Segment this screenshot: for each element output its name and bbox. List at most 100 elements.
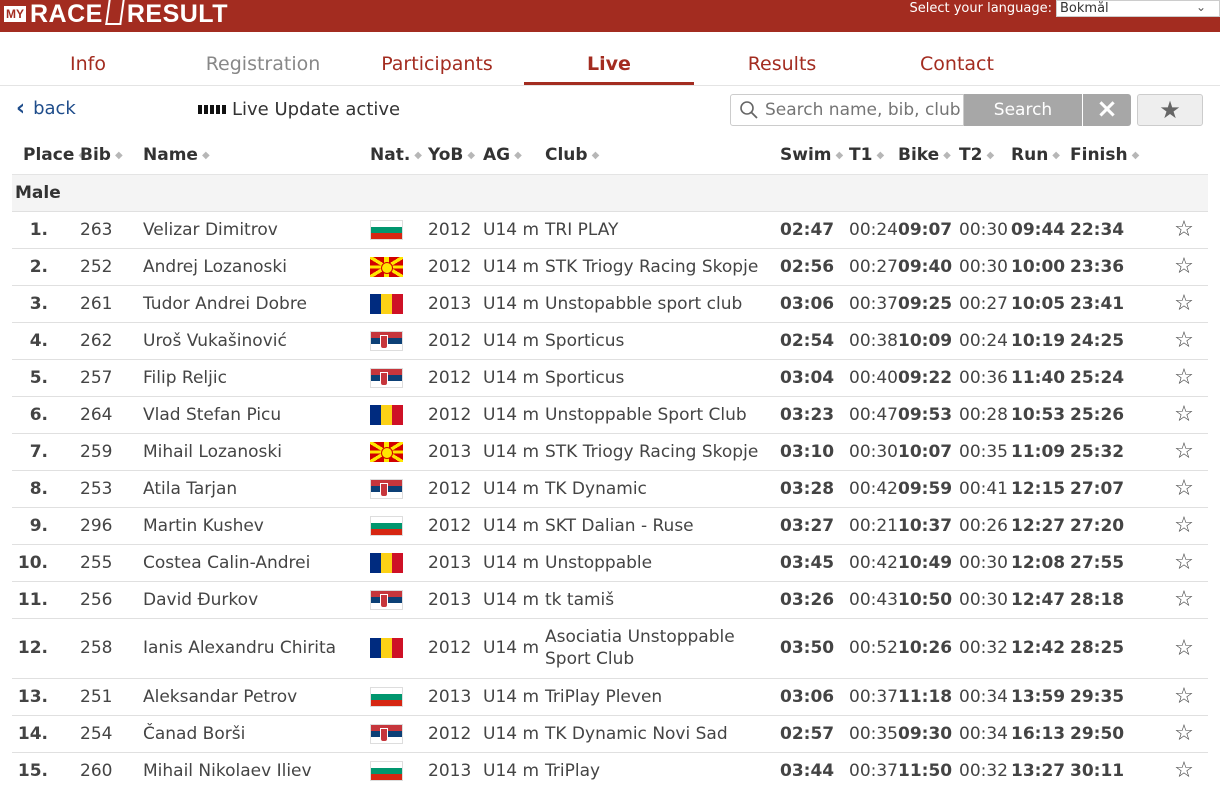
yob-cell: 2012 bbox=[428, 321, 483, 359]
place-cell: 14. bbox=[12, 714, 80, 752]
club-cell: Asociatia Unstoppable Sport Club bbox=[545, 617, 780, 678]
search-field[interactable] bbox=[730, 94, 964, 126]
favorite-star-icon[interactable]: ☆ bbox=[1160, 284, 1208, 322]
tab-registration[interactable]: Registration bbox=[176, 42, 350, 85]
table-row[interactable]: 13. 251 Aleksandar Petrov 2013 U14 m TriPlay … bbox=[12, 677, 1208, 715]
table-row[interactable]: 9. 296 Martin Kushev 2012 U14 m SKT Dalian - … bbox=[12, 506, 1208, 544]
age-group-cell: U14 m bbox=[483, 284, 545, 322]
age-group-cell: U14 m bbox=[483, 677, 545, 715]
bike-time: 09:40 bbox=[898, 247, 959, 285]
favorite-star-icon[interactable]: ☆ bbox=[1160, 321, 1208, 359]
column-header-t2[interactable]: T2 ◆ bbox=[959, 136, 1011, 174]
participant-name[interactable]: Martin Kushev bbox=[143, 506, 370, 544]
table-row[interactable]: 8. 253 Atila Tarjan 2012 U14 m TK Dynamic 03:2… bbox=[12, 469, 1208, 507]
column-header-name[interactable]: Name ◆ bbox=[143, 136, 370, 174]
column-header-bib[interactable]: Bib ◆ bbox=[80, 136, 143, 174]
table-row[interactable]: 12. 258 Ianis Alexandru Chirita 2012 U14 m As… bbox=[12, 617, 1208, 678]
back-link[interactable]: ‹ back bbox=[16, 97, 76, 119]
flag-bg-icon bbox=[370, 219, 403, 240]
clear-search-button[interactable]: × bbox=[1083, 94, 1131, 126]
column-header-club[interactable]: Club ◆ bbox=[545, 136, 780, 174]
logo-result-text: RESULT bbox=[126, 0, 228, 28]
sort-icon: ◆ bbox=[1131, 149, 1140, 161]
participant-name[interactable]: Filip Reljic bbox=[143, 358, 370, 396]
search-button[interactable]: Search bbox=[964, 94, 1082, 126]
sort-icon: ◆ bbox=[201, 149, 210, 161]
participant-name[interactable]: Tudor Andrei Dobre bbox=[143, 284, 370, 322]
nationality-cell bbox=[370, 506, 428, 544]
participant-name[interactable]: Mihail Nikolaev Iliev bbox=[143, 751, 370, 789]
sort-icon: ◆ bbox=[986, 149, 995, 161]
place-cell: 6. bbox=[12, 395, 80, 433]
column-header-run[interactable]: Run ◆ bbox=[1011, 136, 1070, 174]
favorite-star-icon[interactable]: ☆ bbox=[1160, 358, 1208, 396]
swim-time: 02:54 bbox=[780, 321, 849, 359]
favorite-star-icon[interactable]: ☆ bbox=[1160, 677, 1208, 715]
tab-info[interactable]: Info bbox=[0, 42, 176, 85]
column-header-ag[interactable]: AG ◆ bbox=[483, 136, 545, 174]
flag-ro-icon bbox=[370, 552, 403, 573]
participant-name[interactable]: Ianis Alexandru Chirita bbox=[143, 617, 370, 678]
tab-results[interactable]: Results bbox=[694, 42, 870, 85]
participant-name[interactable]: Mihail Lozanoski bbox=[143, 432, 370, 470]
favorite-star-icon[interactable]: ☆ bbox=[1160, 395, 1208, 433]
column-header-label: T2 bbox=[959, 144, 983, 165]
favorites-button[interactable]: ★ bbox=[1137, 94, 1203, 126]
participant-name[interactable]: Atila Tarjan bbox=[143, 469, 370, 507]
bike-time: 11:50 bbox=[898, 751, 959, 789]
table-row[interactable]: 5. 257 Filip Reljic 2012 U14 m Sporticus 03:04… bbox=[12, 358, 1208, 396]
column-header-finish[interactable]: Finish ◆ bbox=[1070, 136, 1160, 174]
participant-name[interactable]: Vlad Stefan Picu bbox=[143, 395, 370, 433]
search-input[interactable] bbox=[765, 100, 961, 120]
table-row[interactable]: 3. 261 Tudor Andrei Dobre 2013 U14 m Unstopab… bbox=[12, 284, 1208, 322]
table-row[interactable]: 1. 263 Velizar Dimitrov 2012 U14 m TRI PLAY 02… bbox=[12, 210, 1208, 248]
tab-live[interactable]: Live bbox=[524, 42, 694, 85]
table-row[interactable]: 6. 264 Vlad Stefan Picu 2012 U14 m Unstoppabl… bbox=[12, 395, 1208, 433]
favorite-star-icon[interactable]: ☆ bbox=[1160, 469, 1208, 507]
table-row[interactable]: 14. 254 Čanad Borši 2012 U14 m TK Dynamic Nov… bbox=[12, 714, 1208, 752]
favorite-star-icon[interactable]: ☆ bbox=[1160, 580, 1208, 618]
tab-participants[interactable]: Participants bbox=[350, 42, 524, 85]
favorite-star-icon[interactable]: ☆ bbox=[1160, 617, 1208, 678]
participant-name[interactable]: Costea Calin-Andrei bbox=[143, 543, 370, 581]
table-row[interactable]: 11. 256 David Đurkov 2013 U14 m tk tamiš 03:26… bbox=[12, 580, 1208, 618]
nationality-cell bbox=[370, 677, 428, 715]
bib-cell: 264 bbox=[80, 395, 143, 433]
favorite-star-icon[interactable]: ☆ bbox=[1160, 543, 1208, 581]
favorite-star-icon[interactable]: ☆ bbox=[1160, 751, 1208, 789]
search-icon bbox=[740, 101, 758, 119]
favorite-star-icon[interactable]: ☆ bbox=[1160, 210, 1208, 248]
table-row[interactable]: 7. 259 Mihail Lozanoski 2013 U14 m STK Triogy… bbox=[12, 432, 1208, 470]
language-label: Select your language: bbox=[909, 0, 1052, 16]
run-time: 12:42 bbox=[1011, 617, 1070, 678]
column-header-swim[interactable]: Swim ◆ bbox=[780, 136, 849, 174]
participant-name[interactable]: Aleksandar Petrov bbox=[143, 677, 370, 715]
tab-contact[interactable]: Contact bbox=[870, 42, 1044, 85]
flag-rs-icon bbox=[370, 478, 403, 499]
column-header-place[interactable]: Place ◆ bbox=[12, 136, 86, 174]
favorite-star-icon[interactable]: ☆ bbox=[1160, 432, 1208, 470]
column-header-yob[interactable]: YoB ◆ bbox=[428, 136, 483, 174]
participant-name[interactable]: Andrej Lozanoski bbox=[143, 247, 370, 285]
favorite-star-icon[interactable]: ☆ bbox=[1160, 714, 1208, 752]
finish-time: 30:11 bbox=[1070, 751, 1160, 789]
table-row[interactable]: 2. 252 Andrej Lozanoski 2012 U14 m STK Triogy… bbox=[12, 247, 1208, 285]
table-row[interactable]: 15. 260 Mihail Nikolaev Iliev 2013 U14 m TriP… bbox=[12, 751, 1208, 789]
bib-cell: 260 bbox=[80, 751, 143, 789]
column-header-t1[interactable]: T1 ◆ bbox=[849, 136, 898, 174]
age-group-cell: U14 m bbox=[483, 506, 545, 544]
myraceresult-logo[interactable]: MY RACE RESULT bbox=[4, 0, 228, 28]
table-row[interactable]: 10. 255 Costea Calin-Andrei 2013 U14 m Unstop… bbox=[12, 543, 1208, 581]
column-header-bike[interactable]: Bike ◆ bbox=[898, 136, 959, 174]
column-header-nat[interactable]: Nat. ◆ bbox=[370, 136, 428, 174]
participant-name[interactable]: David Đurkov bbox=[143, 580, 370, 618]
favorite-star-icon[interactable]: ☆ bbox=[1160, 506, 1208, 544]
club-cell: Sporticus bbox=[545, 358, 780, 396]
participant-name[interactable]: Velizar Dimitrov bbox=[143, 210, 370, 248]
favorite-star-icon[interactable]: ☆ bbox=[1160, 247, 1208, 285]
participant-name[interactable]: Čanad Borši bbox=[143, 714, 370, 752]
bib-cell: 262 bbox=[80, 321, 143, 359]
table-row[interactable]: 4. 262 Uroš Vukašinović 2012 U14 m Sporticus 0… bbox=[12, 321, 1208, 359]
column-header-label: Nat. bbox=[370, 144, 411, 165]
participant-name[interactable]: Uroš Vukašinović bbox=[143, 321, 370, 359]
